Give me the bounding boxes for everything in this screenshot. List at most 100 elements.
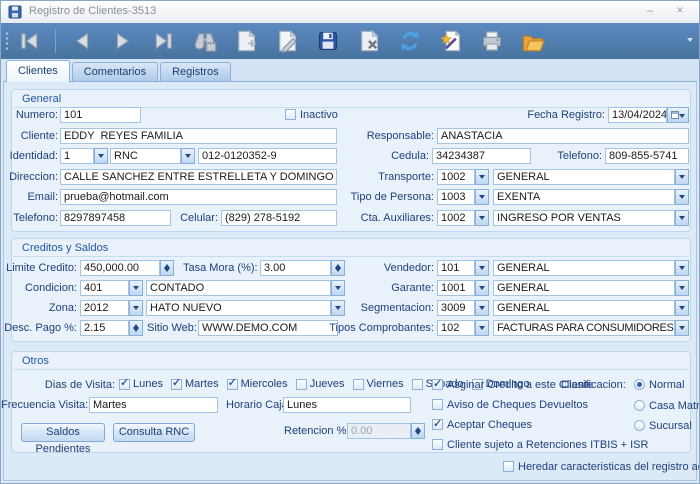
edit-record-button[interactable] [272, 26, 302, 56]
identidad-tipo-combo[interactable]: RNC [110, 148, 181, 164]
toolbar-grip[interactable] [5, 31, 9, 52]
tasa-mora-spinner[interactable]: 3.00 [260, 260, 331, 276]
segmentacion-code-dropdown-button[interactable] [475, 300, 489, 316]
tipo-persona-code-combo[interactable]: 1003 [437, 189, 475, 205]
cta-auxiliares-code-dropdown-button[interactable] [475, 210, 489, 226]
responsable-field[interactable]: ANASTACIA [437, 128, 689, 144]
tipo-persona-desc-combo[interactable]: EXENTA [493, 189, 675, 205]
segmentacion-desc-combo[interactable]: GENERAL [493, 300, 675, 316]
horario-caja-field[interactable]: Lunes [283, 397, 411, 413]
cedula-field[interactable]: 34234387 [432, 148, 531, 164]
next-record-button[interactable] [108, 26, 138, 56]
garante-desc-combo[interactable]: GENERAL [493, 280, 675, 296]
identidad-numero-field[interactable]: 012-0120352-9 [198, 148, 337, 164]
tipos-comprobantes-code-combo[interactable]: 102 [437, 320, 475, 336]
identidad-tipo-dropdown-button[interactable] [181, 148, 195, 164]
celular-field[interactable]: (829) 278-5192 [221, 210, 337, 226]
limite-credito-spinner[interactable]: 450,000.00 [80, 260, 160, 276]
vendedor-desc-dropdown-button[interactable] [675, 260, 689, 276]
toolbar-overflow-button[interactable] [687, 38, 693, 42]
numero-field[interactable]: 101 [60, 107, 141, 123]
consulta-rnc-button[interactable]: Consulta RNC [113, 423, 195, 442]
clasificacion-radio-normal[interactable] [634, 379, 645, 390]
vendedor-desc-combo[interactable]: GENERAL [493, 260, 675, 276]
tipo-persona-label: Tipo de Persona: [331, 189, 434, 205]
segmentacion-desc-dropdown-button[interactable] [675, 300, 689, 316]
asignar-credito-checkbox[interactable] [432, 379, 443, 390]
tipo-persona-desc-dropdown-button[interactable] [675, 189, 689, 205]
tipos-comprobantes-desc-combo[interactable]: FACTURAS PARA CONSUMIDORES FINALES [493, 320, 675, 336]
print-button[interactable] [477, 26, 507, 56]
frecuencia-visita-field[interactable]: Martes [89, 397, 218, 413]
tipos-comprobantes-desc-dropdown-button[interactable] [675, 320, 689, 336]
zona-code-dropdown-button[interactable] [129, 300, 143, 316]
open-button[interactable] [518, 26, 548, 56]
transporte-code-combo[interactable]: 1002 [437, 169, 475, 185]
day-lunes-checkbox[interactable] [119, 379, 130, 390]
condicion-code-combo[interactable]: 401 [80, 280, 129, 296]
tipos-comprobantes-code-dropdown-button[interactable] [475, 320, 489, 336]
email-field[interactable]: prueba@hotmail.com [60, 189, 337, 205]
retenciones-itbis-checkbox[interactable] [432, 439, 443, 450]
clasificacion-radio-casa-matriz[interactable] [634, 400, 645, 411]
new-record-button[interactable] [231, 26, 261, 56]
wizard-button[interactable] [436, 26, 466, 56]
limite-credito-spin-buttons[interactable] [160, 260, 174, 276]
vendedor-code-dropdown-button[interactable] [475, 260, 489, 276]
day-martes-checkbox[interactable] [171, 379, 182, 390]
heredar-checkbox[interactable] [503, 461, 514, 472]
last-record-button[interactable] [149, 26, 179, 56]
toolbar: 10 [1, 23, 699, 59]
telefono-secundario-field[interactable]: 809-855-5741 [605, 148, 689, 164]
condicion-code-dropdown-button[interactable] [129, 280, 143, 296]
cliente-field[interactable]: EDDY REYES FAMILIA [60, 128, 337, 144]
transporte-desc-dropdown-button[interactable] [675, 169, 689, 185]
open-folder-icon [520, 29, 546, 53]
search-button[interactable]: 10 [190, 26, 220, 56]
direccion-field[interactable]: CALLE SANCHEZ ENTRE ESTRELLETA Y DOMINGO… [60, 169, 337, 185]
day-viernes-checkbox[interactable] [353, 379, 364, 390]
refresh-button[interactable] [395, 26, 425, 56]
desc-pago-spinner[interactable]: 2.15 [80, 320, 129, 336]
cta-auxiliares-desc-dropdown-button[interactable] [675, 210, 689, 226]
garante-desc-dropdown-button[interactable] [675, 280, 689, 296]
condicion-desc-combo[interactable]: CONTADO [146, 280, 331, 296]
close-button[interactable]: × [669, 3, 691, 19]
identidad-code-dropdown-button[interactable] [94, 148, 108, 164]
tab-clientes[interactable]: Clientes [6, 60, 70, 82]
telefono-field[interactable]: 8297897458 [60, 210, 171, 226]
aviso-cheques-checkbox[interactable] [432, 399, 443, 410]
first-record-button[interactable] [14, 26, 44, 56]
day-sabado-checkbox[interactable] [412, 379, 423, 390]
delete-record-button[interactable] [354, 26, 384, 56]
fecha-registro-field[interactable]: 13/04/2024 [608, 107, 667, 123]
previous-record-button[interactable] [67, 26, 97, 56]
desc-pago-spin-buttons[interactable] [129, 320, 143, 336]
garante-code-combo[interactable]: 1001 [437, 280, 475, 296]
garante-code-dropdown-button[interactable] [475, 280, 489, 296]
aceptar-cheques-checkbox[interactable] [432, 419, 443, 430]
vendedor-code-combo[interactable]: 101 [437, 260, 475, 276]
saldos-pendientes-button[interactable]: Saldos Pendientes [21, 423, 105, 442]
tab-registros[interactable]: Registros [160, 62, 230, 81]
tab-comentarios[interactable]: Comentarios [72, 62, 158, 81]
transporte-code-dropdown-button[interactable] [475, 169, 489, 185]
fecha-registro-calendar-button[interactable] [667, 107, 689, 123]
save-button[interactable] [313, 26, 343, 56]
last-record-icon [152, 30, 176, 52]
otros-group-title: Otros [22, 355, 49, 367]
tipo-persona-code-dropdown-button[interactable] [475, 189, 489, 205]
minimize-button[interactable]: – [639, 3, 661, 19]
zona-code-combo[interactable]: 2012 [80, 300, 129, 316]
identidad-code-combo[interactable]: 1 [60, 148, 94, 164]
zona-desc-combo[interactable]: HATO NUEVO [146, 300, 331, 316]
clasificacion-radio-sucursal[interactable] [634, 420, 645, 431]
day-miercoles-checkbox[interactable] [227, 379, 238, 390]
cta-auxiliares-desc-combo[interactable]: INGRESO POR VENTAS [493, 210, 675, 226]
cta-auxiliares-code-combo[interactable]: 1002 [437, 210, 475, 226]
transporte-desc-combo[interactable]: GENERAL [493, 169, 675, 185]
inactivo-checkbox[interactable] [285, 109, 296, 120]
sitio-web-field[interactable]: WWW.DEMO.COM [198, 320, 338, 336]
day-jueves-checkbox[interactable] [296, 379, 307, 390]
segmentacion-code-combo[interactable]: 3009 [437, 300, 475, 316]
